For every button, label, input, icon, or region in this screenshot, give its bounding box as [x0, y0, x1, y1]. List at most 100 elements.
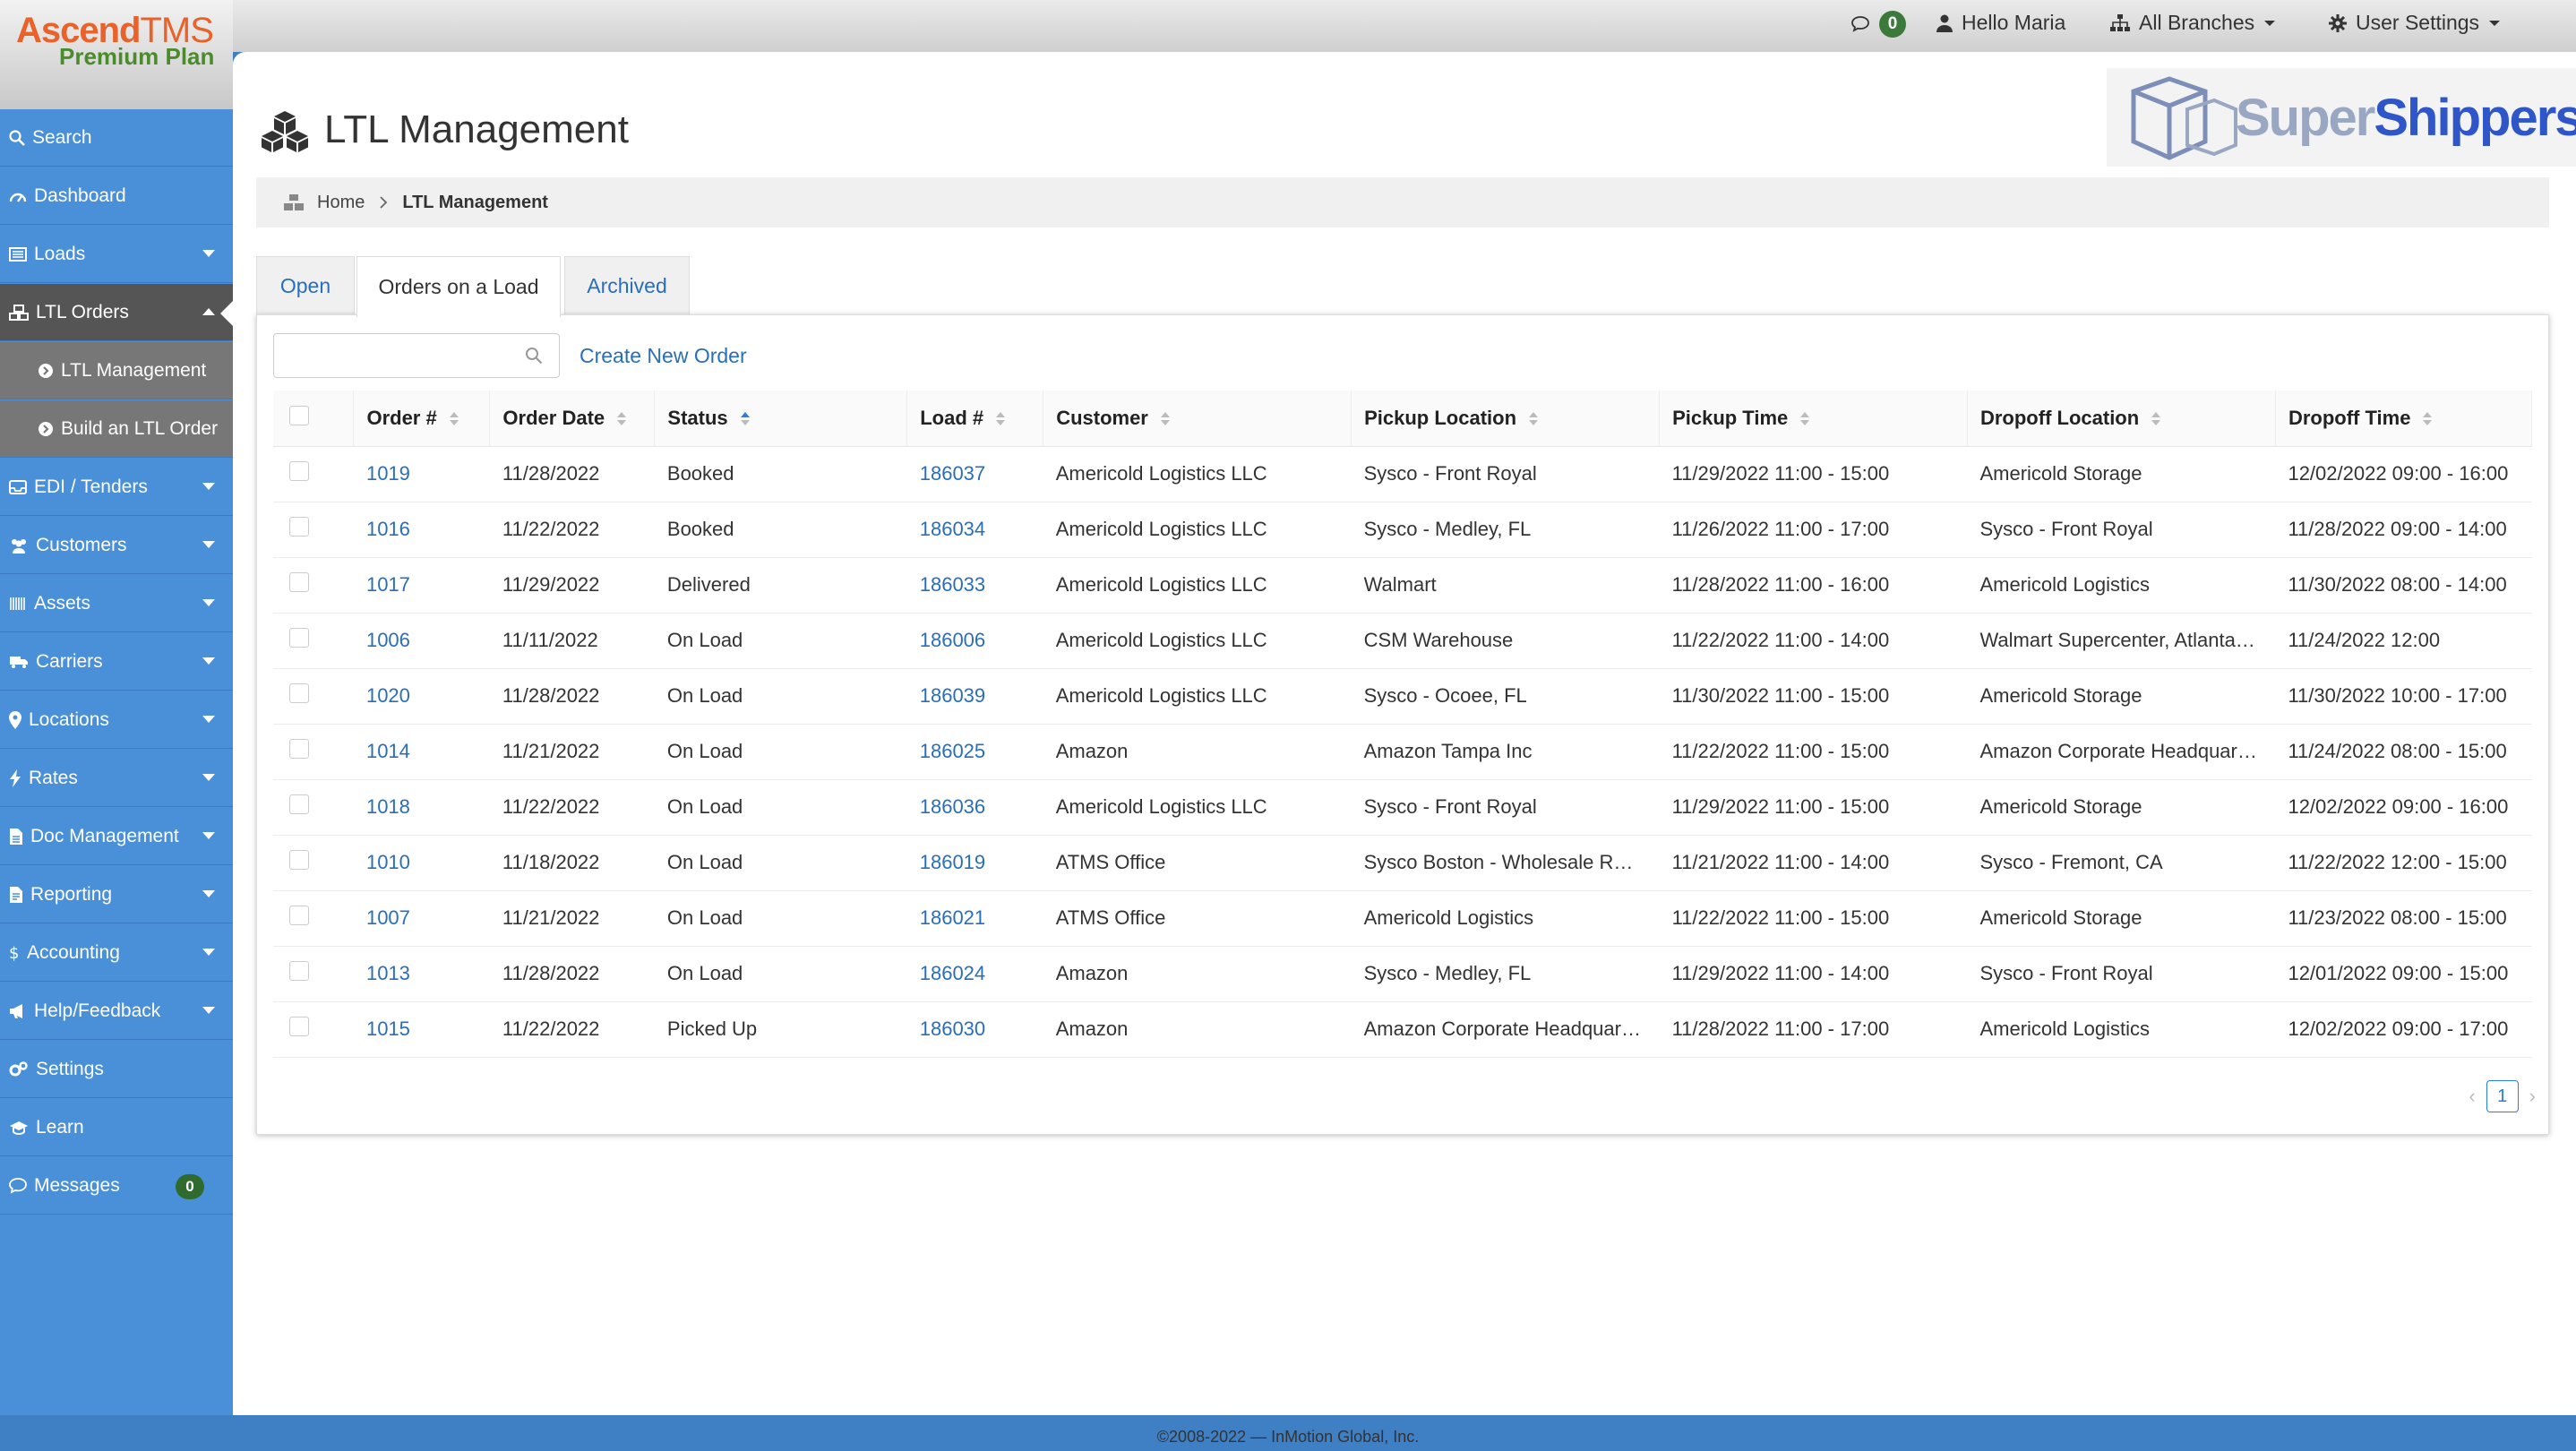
table-row[interactable]: 1016 11/22/2022 Booked 186034 Americold Logi… [273, 502, 2532, 558]
breadcrumb-home[interactable]: Home [317, 193, 365, 213]
row-checkbox[interactable] [289, 628, 309, 648]
load-number-cell[interactable]: 186025 [906, 724, 1043, 780]
chevron-right-icon [380, 196, 388, 209]
chevron-down-icon [2264, 20, 2276, 26]
select-all-checkbox[interactable] [289, 405, 309, 425]
table-row[interactable]: 1014 11/21/2022 On Load 186025 Amazon Amazon … [273, 724, 2532, 780]
sidebar-item-search[interactable]: Search [0, 109, 233, 167]
sidebar-item-carriers[interactable]: Carriers [0, 633, 233, 691]
sidebar-item-reporting[interactable]: Reporting [0, 866, 233, 923]
load-number-cell[interactable]: 186019 [906, 835, 1043, 891]
column-header-pickup-location[interactable]: Pickup Location [1351, 391, 1661, 447]
tab-open[interactable]: Open [256, 256, 355, 315]
order-number-cell[interactable]: 1020 [353, 668, 490, 725]
branches-dropdown[interactable]: All Branches [2110, 11, 2276, 35]
column-header-dropoff-location[interactable]: Dropoff Location [1967, 391, 2276, 447]
sort-icon[interactable] [2151, 411, 2161, 427]
column-header-order-date[interactable]: Order Date [489, 391, 656, 447]
table-row[interactable]: 1017 11/29/2022 Delivered 186033 Americold L… [273, 557, 2532, 614]
page-number-button[interactable]: 1 [2486, 1080, 2519, 1112]
column-header-status[interactable]: Status [654, 391, 908, 447]
active-indicator [220, 301, 233, 326]
tab-archived[interactable]: Archived [564, 256, 690, 315]
load-number-cell[interactable]: 186033 [906, 557, 1043, 614]
load-number-cell[interactable]: 186039 [906, 668, 1043, 725]
messages-indicator[interactable]: 0 [1850, 11, 1906, 38]
column-header-order-number[interactable]: Order # [353, 391, 491, 447]
sidebar-item-locations[interactable]: Locations [0, 691, 233, 749]
table-row[interactable]: 1019 11/28/2022 Booked 186037 Americold Logi… [273, 446, 2532, 502]
table-row[interactable]: 1018 11/22/2022 On Load 186036 Americold Log… [273, 779, 2532, 836]
column-header-pickup-time[interactable]: Pickup Time [1659, 391, 1968, 447]
create-new-order-link[interactable]: Create New Order [580, 344, 747, 368]
order-number-cell[interactable]: 1019 [353, 446, 490, 502]
column-header-dropoff-time[interactable]: Dropoff Time [2275, 391, 2533, 447]
table-row[interactable]: 1010 11/18/2022 On Load 186019 ATMS Office Sy… [273, 835, 2532, 891]
table-row[interactable]: 1015 11/22/2022 Picked Up 186030 Amazon Amazo… [273, 1001, 2532, 1058]
sidebar-item-edi-tenders[interactable]: EDI / Tenders [0, 459, 233, 516]
sidebar-item-accounting[interactable]: $ Accounting [0, 924, 233, 982]
sidebar-item-ltl-orders[interactable]: LTL Orders [0, 284, 233, 341]
load-number-cell[interactable]: 186024 [906, 946, 1043, 1002]
row-checkbox[interactable] [289, 1017, 309, 1036]
order-number-cell[interactable]: 1013 [353, 946, 490, 1002]
order-number-cell[interactable]: 1014 [353, 724, 490, 780]
sidebar-item-rates[interactable]: Rates [0, 750, 233, 807]
table-row[interactable]: 1020 11/28/2022 On Load 186039 Americold Log… [273, 668, 2532, 725]
sidebar-item-doc-management[interactable]: Doc Management [0, 808, 233, 865]
sort-ascending-icon[interactable] [740, 411, 750, 427]
sidebar-item-customers[interactable]: Customers [0, 517, 233, 574]
user-settings-dropdown[interactable]: User Settings [2329, 11, 2501, 35]
sort-icon[interactable] [996, 411, 1006, 427]
load-number-cell[interactable]: 186036 [906, 779, 1043, 836]
order-number-cell[interactable]: 1016 [353, 502, 490, 558]
sort-icon[interactable] [449, 411, 459, 427]
sort-icon[interactable] [2423, 411, 2433, 427]
sort-icon[interactable] [1800, 411, 1810, 427]
search-input[interactable] [283, 334, 516, 375]
row-checkbox[interactable] [289, 794, 309, 814]
order-number-cell[interactable]: 1006 [353, 613, 490, 669]
load-number-cell[interactable]: 186021 [906, 890, 1043, 947]
sidebar-item-ltl-management[interactable]: LTL Management [0, 342, 233, 399]
column-header-customer[interactable]: Customer [1043, 391, 1352, 447]
sidebar-item-dashboard[interactable]: Dashboard [0, 167, 233, 225]
column-header-load-number[interactable]: Load # [906, 391, 1044, 447]
tab-orders-on-a-load[interactable]: Orders on a Load [356, 256, 561, 317]
row-checkbox[interactable] [289, 739, 309, 759]
order-number-cell[interactable]: 1007 [353, 890, 490, 947]
row-checkbox[interactable] [289, 961, 309, 981]
load-number-cell[interactable]: 186030 [906, 1001, 1043, 1058]
table-row[interactable]: 1007 11/21/2022 On Load 186021 ATMS Office Am… [273, 890, 2532, 947]
row-checkbox[interactable] [289, 517, 309, 537]
row-checkbox[interactable] [289, 572, 309, 592]
sidebar-item-messages[interactable]: Messages 0 [0, 1157, 233, 1215]
order-number-cell[interactable]: 1015 [353, 1001, 490, 1058]
table-row[interactable]: 1006 11/11/2022 On Load 186006 Americold Log… [273, 613, 2532, 669]
row-checkbox[interactable] [289, 461, 309, 481]
load-number-cell[interactable]: 186034 [906, 502, 1043, 558]
app-logo[interactable]: AscendTMS Premium Plan [0, 0, 233, 109]
row-checkbox[interactable] [289, 683, 309, 703]
search-box[interactable] [273, 333, 560, 378]
order-number-cell[interactable]: 1018 [353, 779, 490, 836]
next-page-icon[interactable]: › [2529, 1085, 2536, 1108]
sidebar-item-settings[interactable]: Settings [0, 1041, 233, 1098]
sidebar-item-assets[interactable]: Assets [0, 575, 233, 632]
order-number-cell[interactable]: 1010 [353, 835, 490, 891]
sidebar-item-help-feedback[interactable]: Help/Feedback [0, 983, 233, 1040]
sort-icon[interactable] [1529, 411, 1539, 427]
sidebar-item-loads[interactable]: Loads [0, 226, 233, 283]
previous-page-icon[interactable]: ‹ [2469, 1085, 2475, 1108]
sort-icon[interactable] [617, 411, 627, 427]
sort-icon[interactable] [1160, 411, 1170, 427]
table-row[interactable]: 1013 11/28/2022 On Load 186024 Amazon Sysco -… [273, 946, 2532, 1002]
row-checkbox[interactable] [289, 906, 309, 925]
load-number-cell[interactable]: 186037 [906, 446, 1043, 502]
load-number-cell[interactable]: 186006 [906, 613, 1043, 669]
user-greeting[interactable]: Hello Maria [1936, 11, 2065, 35]
order-number-cell[interactable]: 1017 [353, 557, 490, 614]
sidebar-item-build-ltl-order[interactable]: Build an LTL Order [0, 400, 233, 458]
sidebar-item-learn[interactable]: Learn [0, 1099, 233, 1156]
row-checkbox[interactable] [289, 850, 309, 870]
